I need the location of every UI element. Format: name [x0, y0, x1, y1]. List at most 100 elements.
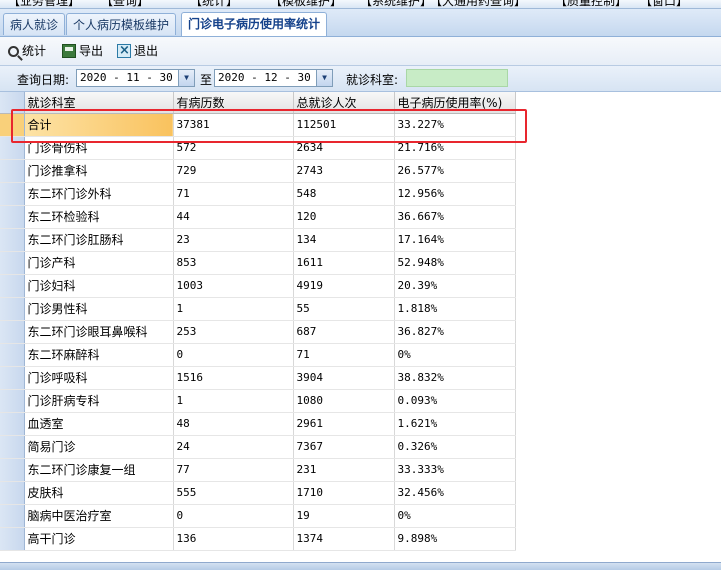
records-cell: 253: [173, 320, 294, 344]
table-row[interactable]: 高干门诊 136 1374 9.898%: [0, 527, 516, 551]
dept-cell: 东二环门诊康复一组: [24, 458, 174, 482]
table-row[interactable]: 门诊产科 853 1611 52.948%: [0, 251, 516, 275]
rate-cell: 0%: [394, 343, 516, 367]
row-indicator[interactable]: [0, 320, 25, 344]
records-cell: 853: [173, 251, 294, 275]
rate-cell: 36.827%: [394, 320, 516, 344]
table-row[interactable]: 简易门诊 24 7367 0.326%: [0, 435, 516, 459]
records-cell: 555: [173, 481, 294, 505]
records-cell: 1: [173, 297, 294, 321]
row-indicator[interactable]: [0, 297, 25, 321]
table-row[interactable]: 脑病中医治疗室 0 19 0%: [0, 504, 516, 528]
table-row[interactable]: 门诊妇科 1003 4919 20.39%: [0, 274, 516, 298]
menu-item[interactable]: 【查询】: [101, 0, 149, 8]
table-row[interactable]: 东二环麻醉科 0 71 0%: [0, 343, 516, 367]
dept-cell: 门诊肝病专科: [24, 389, 174, 413]
menu-item[interactable]: 【业务管理】: [8, 0, 80, 8]
menu-item[interactable]: 【窗口】: [640, 0, 688, 8]
records-cell: 48: [173, 412, 294, 436]
row-indicator[interactable]: [0, 412, 25, 436]
stats-button[interactable]: 统计: [8, 42, 46, 60]
rate-cell: 1.621%: [394, 412, 516, 436]
end-date-picker[interactable]: 2020 - 12 - 30 ▼: [214, 69, 333, 87]
dept-cell: 东二环门诊外科: [24, 182, 174, 206]
exit-label: 退出: [134, 44, 159, 58]
dept-cell: 高干门诊: [24, 527, 174, 551]
start-date-picker[interactable]: 2020 - 11 - 30 ▼: [76, 69, 195, 87]
dept-label: 就诊科室:: [346, 73, 399, 87]
table-row[interactable]: 东二环门诊肛肠科 23 134 17.164%: [0, 228, 516, 252]
records-cell: 44: [173, 205, 294, 229]
rate-cell: 20.39%: [394, 274, 516, 298]
exit-button[interactable]: 退出: [117, 42, 158, 60]
dept-input[interactable]: [406, 69, 508, 87]
row-indicator[interactable]: [0, 182, 25, 206]
chevron-down-icon[interactable]: ▼: [178, 70, 194, 86]
rate-cell: 26.577%: [394, 159, 516, 183]
row-indicator[interactable]: [0, 251, 25, 275]
table-row[interactable]: 东二环门诊眼耳鼻喉科 253 687 36.827%: [0, 320, 516, 344]
table-row[interactable]: 东二环门诊康复一组 77 231 33.333%: [0, 458, 516, 482]
dept-cell: 门诊推拿科: [24, 159, 174, 183]
toolbar: 统计 导出 退出: [0, 37, 721, 66]
row-indicator[interactable]: [0, 481, 25, 505]
export-button[interactable]: 导出: [62, 42, 103, 60]
rate-cell: 32.456%: [394, 481, 516, 505]
chevron-down-icon[interactable]: ▼: [316, 70, 332, 86]
dept-cell: 皮肤科: [24, 481, 174, 505]
stats-table: 就诊科室 有病历数 总就诊人次 电子病历使用率(%) 合计 37381 112501…: [0, 92, 516, 551]
records-cell: 0: [173, 504, 294, 528]
export-icon: [62, 44, 76, 58]
table-row[interactable]: 门诊呼吸科 1516 3904 38.832%: [0, 366, 516, 390]
row-indicator[interactable]: [0, 458, 25, 482]
menu-item[interactable]: 【系统维护】: [360, 0, 432, 8]
dept-cell: 门诊妇科: [24, 274, 174, 298]
table-row[interactable]: 血透室 48 2961 1.621%: [0, 412, 516, 436]
visits-cell: 3904: [293, 366, 395, 390]
records-cell: 729: [173, 159, 294, 183]
tab-emr-usage-stats[interactable]: 门诊电子病历使用率统计: [181, 12, 328, 36]
row-indicator[interactable]: [0, 527, 25, 551]
row-indicator[interactable]: [0, 228, 25, 252]
row-indicator[interactable]: [0, 274, 25, 298]
row-indicator[interactable]: [0, 366, 25, 390]
visits-cell: 4919: [293, 274, 395, 298]
row-indicator[interactable]: [0, 343, 25, 367]
visits-cell: 120: [293, 205, 395, 229]
visits-cell: 1710: [293, 481, 395, 505]
row-indicator[interactable]: [0, 159, 25, 183]
row-indicator[interactable]: [0, 504, 25, 528]
date-label: 查询日期:: [17, 73, 70, 87]
start-date-value: 2020 - 11 - 30: [80, 71, 173, 84]
visits-cell: 134: [293, 228, 395, 252]
menu-item[interactable]: 【大通用药查询】: [430, 0, 526, 8]
table-row[interactable]: 东二环检验科 44 120 36.667%: [0, 205, 516, 229]
table-row[interactable]: 东二环门诊外科 71 548 12.956%: [0, 182, 516, 206]
row-indicator[interactable]: [0, 435, 25, 459]
menu-item[interactable]: 【统计】: [190, 0, 238, 8]
dept-cell: 门诊男性科: [24, 297, 174, 321]
visits-cell: 231: [293, 458, 395, 482]
row-indicator[interactable]: [0, 389, 25, 413]
records-cell: 23: [173, 228, 294, 252]
records-cell: 136: [173, 527, 294, 551]
table-row[interactable]: 门诊肝病专科 1 1080 0.093%: [0, 389, 516, 413]
table-row[interactable]: 门诊男性科 1 55 1.818%: [0, 297, 516, 321]
visits-cell: 1080: [293, 389, 395, 413]
table-row[interactable]: 门诊推拿科 729 2743 26.577%: [0, 159, 516, 183]
row-indicator[interactable]: [0, 205, 25, 229]
tab-patient-visit[interactable]: 病人就诊: [3, 13, 66, 35]
tab-personal-template[interactable]: 个人病历模板维护: [66, 13, 177, 35]
menu-item[interactable]: 【模板维护】: [270, 0, 342, 8]
dept-cell: 血透室: [24, 412, 174, 436]
rate-cell: 0.326%: [394, 435, 516, 459]
visits-cell: 548: [293, 182, 395, 206]
menu-item[interactable]: 【质量控制】: [555, 0, 627, 8]
table-row[interactable]: 皮肤科 555 1710 32.456%: [0, 481, 516, 505]
dept-cell: 门诊产科: [24, 251, 174, 275]
stats-grid: 就诊科室 有病历数 总就诊人次 电子病历使用率(%) 合计 37381 112501…: [0, 92, 721, 562]
dept-cell: 东二环麻醉科: [24, 343, 174, 367]
dept-cell: 简易门诊: [24, 435, 174, 459]
rate-cell: 38.832%: [394, 366, 516, 390]
dept-cell: 门诊呼吸科: [24, 366, 174, 390]
